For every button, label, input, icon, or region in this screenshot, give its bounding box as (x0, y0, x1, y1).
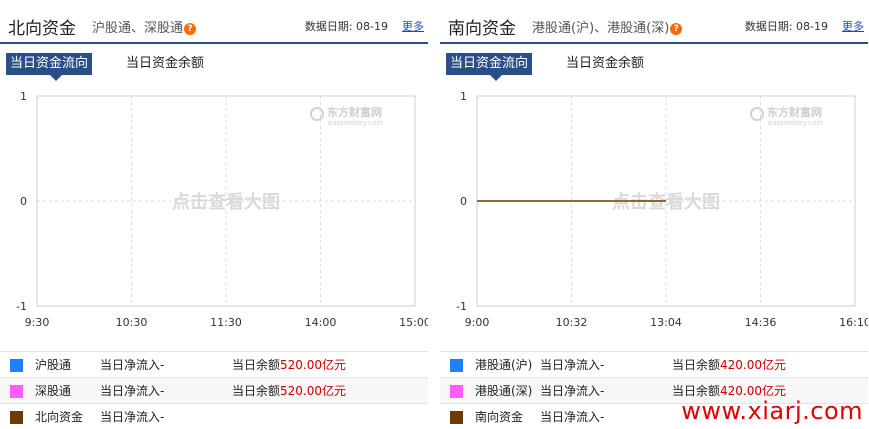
logo-text: 东方财富网 (767, 105, 822, 119)
panel-subtitle: 沪股通、深股通? (92, 17, 197, 36)
x-tick-label: 9:30 (25, 316, 50, 329)
legend-net-inflow: 当日净流入- (540, 358, 605, 372)
flow-chart[interactable]: 1 0 -1 9:00 10:32 13:04 14:36 16:10 东方财富网 eastmon… (440, 84, 868, 334)
help-icon[interactable]: ? (184, 23, 197, 35)
more-link[interactable]: 更多 (842, 18, 864, 34)
more-link[interactable]: 更多 (402, 18, 424, 34)
south-funds-panel: 南向资金 港股通(沪)、港股通(深)? 数据日期: 08-19 更多 当日资金流… (440, 0, 868, 429)
y-tick-label: 1 (20, 90, 27, 103)
x-tick-label: 9:00 (465, 316, 490, 329)
legend-row: 深股通 当日净流入- 当日余额520.00亿元 (0, 377, 428, 403)
legend-balance-label: 当日余额 (232, 384, 281, 398)
legend-balance-label: 当日余额 (672, 384, 721, 398)
legend-balance-value: 420.00亿元 (720, 384, 787, 398)
legend-balance-value: 520.00亿元 (280, 384, 347, 398)
legend-balance-value: 420.00亿元 (720, 358, 787, 372)
tab-daily-flow[interactable]: 当日资金流向 (446, 53, 533, 81)
legend-balance-label: 当日余额 (672, 358, 721, 372)
legend-balance: 当日余额520.00亿元 (232, 352, 346, 378)
panel-header: 北向资金 沪股通、深股通? 数据日期: 08-19 更多 (0, 0, 428, 44)
y-tick-label: 0 (20, 195, 27, 208)
legend-swatch (10, 359, 23, 372)
legend-name: 沪股通 (35, 358, 72, 372)
y-tick-label: -1 (456, 300, 467, 313)
legend-name: 港股通(深) (475, 384, 533, 398)
x-tick-label: 11:30 (210, 316, 242, 329)
x-tick-label: 15:00 (399, 316, 428, 329)
chart-overlay-text[interactable]: 点击查看大图 (172, 191, 280, 213)
site-watermark: www.xiarj.com (681, 397, 863, 425)
tab-daily-balance[interactable]: 当日资金余额 (566, 53, 644, 75)
x-tick-label: 14:00 (305, 316, 337, 329)
y-tick-label: -1 (16, 300, 27, 313)
logo-text: 东方财富网 (327, 105, 382, 119)
x-tick-label: 10:30 (116, 316, 148, 329)
legend-swatch (10, 385, 23, 398)
legend-net-inflow: 当日净流入- (540, 410, 605, 424)
flow-chart-svg[interactable]: 1 0 -1 9:30 10:30 11:30 14:00 15:00 东方财富网eastmon… (0, 84, 428, 334)
legend-balance: 当日余额520.00亿元 (232, 378, 346, 404)
tab-daily-flow[interactable]: 当日资金流向 (6, 53, 93, 81)
legend-balance-value: 520.00亿元 (280, 358, 347, 372)
logo-subtext: eastmoney.com (328, 119, 383, 127)
panel-header: 南向资金 港股通(沪)、港股通(深)? 数据日期: 08-19 更多 (440, 0, 868, 44)
flow-chart-svg[interactable]: 1 0 -1 9:00 10:32 13:04 14:36 16:10 东方财富网eastmon… (440, 84, 868, 334)
legend-balance-label: 当日余额 (232, 358, 281, 372)
panel-title: 北向资金 (8, 19, 76, 39)
legend-balance: 当日余额420.00亿元 (672, 352, 786, 378)
legend-name: 深股通 (35, 384, 72, 398)
north-funds-panel: 北向资金 沪股通、深股通? 数据日期: 08-19 更多 当日资金流向 当日资金… (0, 0, 428, 429)
legend-net-inflow: 当日净流入- (100, 384, 165, 398)
data-date: 数据日期: 08-19 (304, 20, 388, 33)
legend-net-inflow: 当日净流入- (100, 410, 165, 424)
legend-row: 沪股通 当日净流入- 当日余额520.00亿元 (0, 351, 428, 377)
tab-daily-balance[interactable]: 当日资金余额 (126, 53, 204, 75)
legend-swatch (450, 411, 463, 424)
data-date: 数据日期: 08-19 (744, 20, 828, 33)
y-tick-label: 0 (460, 195, 467, 208)
legend-table: 沪股通 当日净流入- 当日余额520.00亿元 深股通 当日净流入- 当日余额520.00… (0, 351, 428, 429)
panel-subtitle: 港股通(沪)、港股通(深)? (532, 17, 683, 36)
legend-net-inflow: 当日净流入- (540, 384, 605, 398)
legend-swatch (450, 359, 463, 372)
legend-row: 北向资金 当日净流入- (0, 403, 428, 429)
y-tick-label: 1 (460, 90, 467, 103)
legend-name: 南向资金 (475, 410, 524, 424)
panel-title: 南向资金 (448, 19, 516, 39)
legend-name: 港股通(沪) (475, 358, 533, 372)
flow-chart[interactable]: 1 0 -1 9:30 10:30 11:30 14:00 15:00 东方财富网 eastmon… (0, 84, 428, 334)
legend-swatch (450, 385, 463, 398)
help-icon[interactable]: ? (670, 23, 683, 35)
x-tick-label: 13:04 (650, 316, 682, 329)
legend-net-inflow: 当日净流入- (100, 358, 165, 372)
x-tick-label: 14:36 (745, 316, 777, 329)
logo-subtext: eastmoney.com (768, 119, 823, 127)
legend-row: 港股通(沪) 当日净流入- 当日余额420.00亿元 (440, 351, 868, 377)
chart-overlay-text[interactable]: 点击查看大图 (612, 191, 720, 213)
x-tick-label: 10:32 (556, 316, 588, 329)
legend-swatch (10, 411, 23, 424)
x-tick-label: 16:10 (839, 316, 868, 329)
legend-name: 北向资金 (35, 410, 84, 424)
